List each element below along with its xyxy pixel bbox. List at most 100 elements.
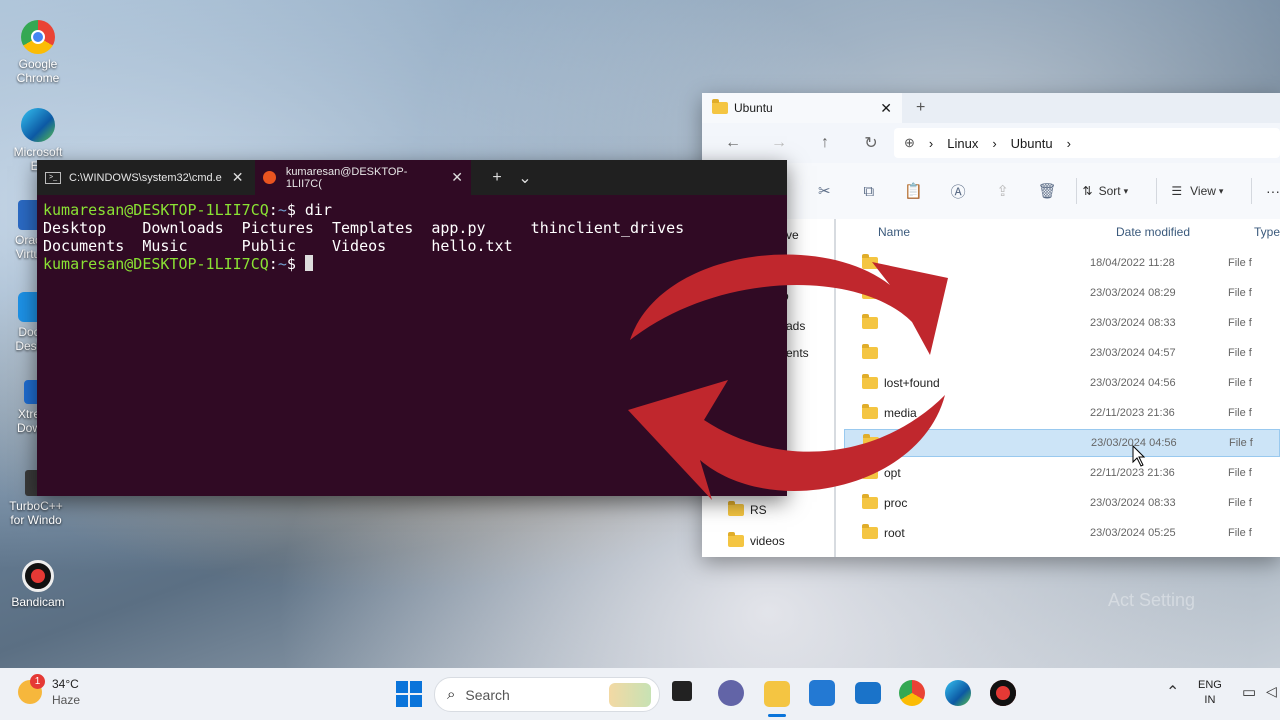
column-header-date[interactable]: Date modified [1116, 225, 1254, 239]
edge-taskbar-icon[interactable] [945, 680, 971, 706]
cut-icon[interactable]: ✂ [802, 182, 847, 200]
column-header-name[interactable]: Name [878, 225, 1116, 239]
sort-label: Sort [1098, 184, 1121, 198]
volume-icon[interactable]: ◁ [1266, 683, 1277, 700]
chevron-down-icon: ▾ [1218, 185, 1224, 196]
more-options-button[interactable]: ··· [1266, 183, 1280, 199]
globe-icon: ⊕ [904, 135, 915, 150]
chrome-taskbar-icon[interactable] [899, 680, 925, 706]
start-button[interactable] [396, 681, 422, 707]
prompt-path: ~ [277, 255, 287, 273]
close-icon[interactable]: ✕ [880, 100, 892, 117]
copy-icon[interactable]: ⧉ [847, 183, 892, 200]
explorer-content: ve o ads ents RS videos Name Date modifi… [702, 219, 1280, 557]
folder-icon [862, 434, 879, 449]
desktop-icon-bandicam[interactable]: Bandicam [6, 560, 70, 609]
edge-icon [21, 108, 55, 142]
show-hidden-icons-icon[interactable]: ⌃ [1166, 682, 1179, 702]
table-row[interactable]: proc 23/03/2024 08:33 File f [844, 489, 1280, 517]
mail-icon[interactable] [855, 682, 881, 704]
file-name-cell [844, 314, 1090, 329]
file-name-cell: lost+found [844, 374, 1090, 390]
table-row[interactable]: media 22/11/2023 21:36 File f [844, 399, 1280, 427]
new-tab-button[interactable]: + [483, 169, 511, 187]
breadcrumb-ubuntu[interactable]: Ubuntu [1011, 136, 1053, 151]
chevron-down-icon[interactable]: ⌄ [511, 168, 539, 188]
network-icon[interactable]: ▭ [1242, 683, 1256, 701]
weather-desc: Haze [52, 693, 81, 707]
folder-icon [861, 404, 878, 419]
folder-icon [861, 314, 878, 329]
file-name-cell: opt [844, 464, 1090, 480]
close-icon[interactable]: ✕ [232, 169, 244, 186]
file-name-cell [845, 434, 1091, 449]
close-icon[interactable]: ✕ [451, 169, 463, 186]
explorer-command-bar: ✂ ⧉ 📋 Ⓐ ⇪ 🗑 ⇅ Sort ▾ ☰ View ▾ ··· [702, 163, 1280, 220]
table-row[interactable]: opt 22/11/2023 21:36 File f [844, 459, 1280, 487]
divider [1075, 178, 1077, 204]
file-type: File f [1227, 527, 1252, 539]
table-row[interactable]: 23/03/2024 08:33 File f [844, 309, 1280, 337]
forward-arrow-icon[interactable]: → [756, 134, 802, 152]
nav-item-rs[interactable]: RS [728, 501, 767, 517]
terminal-output[interactable]: kumaresan@DESKTOP-1LII7CQ:~$ dir Desktop… [37, 195, 787, 279]
desktop-icon-label: TurboC++ for Windo [9, 499, 63, 527]
table-row[interactable]: lost+found 23/03/2024 04:56 File f [844, 369, 1280, 397]
store-icon[interactable] [809, 680, 835, 706]
folder-icon [861, 284, 878, 299]
table-row[interactable]: 23/03/2024 08:29 File f [844, 279, 1280, 307]
breadcrumb-linux[interactable]: Linux [947, 136, 978, 151]
chevron-right-icon: › [992, 135, 997, 151]
sort-icon: ⇅ [1082, 184, 1093, 198]
nav-item[interactable]: ads [786, 319, 805, 333]
cmd-icon: >_ [45, 171, 61, 184]
table-row[interactable]: 23/03/2024 04:56 File f [843, 429, 1280, 457]
ubuntu-icon [263, 171, 276, 184]
folder-icon [861, 464, 878, 479]
share-icon[interactable]: ⇪ [980, 182, 1025, 200]
table-row[interactable]: 18/04/2022 11:28 File f [844, 249, 1280, 277]
nav-item[interactable]: ve [786, 228, 799, 242]
terminal-tab-label: kumaresan@DESKTOP-1LII7C( [285, 165, 408, 190]
file-explorer-window: Ubuntu ✕ + ← → ↑ ↻ ⊕ › Linux › Ubuntu › … [702, 93, 1280, 557]
table-row[interactable]: 23/03/2024 04:57 File f [844, 339, 1280, 367]
prompt-path: ~ [277, 201, 287, 219]
file-name-cell [844, 254, 1090, 269]
explorer-nav-bar: ← → ↑ ↻ ⊕ › Linux › Ubuntu › [702, 123, 1280, 163]
taskbar-search[interactable]: ⌕ Search [434, 677, 660, 712]
address-bar[interactable]: ⊕ › Linux › Ubuntu › [894, 128, 1280, 158]
active-indicator [768, 714, 786, 717]
language-indicator[interactable]: ENG IN [1198, 678, 1222, 708]
view-button[interactable]: ☰ View ▾ [1171, 184, 1245, 198]
notification-badge: 1 [30, 674, 45, 689]
terminal-tab-ubuntu[interactable]: kumaresan@DESKTOP-1LII7C( ✕ [255, 160, 471, 195]
refresh-icon[interactable]: ↻ [848, 133, 894, 153]
nav-item-label: ads [786, 319, 806, 333]
nav-item-videos[interactable]: videos [728, 532, 785, 548]
file-type: File f [1227, 407, 1252, 419]
bandicam-taskbar-icon[interactable] [990, 680, 1016, 706]
desktop-icon-chrome[interactable]: Google Chrome [6, 20, 70, 85]
column-header-type[interactable]: Type [1254, 225, 1280, 239]
file-type: File f [1227, 467, 1252, 479]
weather-widget[interactable]: 1 34°C Haze [18, 674, 81, 708]
explorer-tab[interactable]: Ubuntu ✕ [702, 93, 902, 123]
new-tab-button[interactable]: + [916, 99, 925, 117]
sort-button[interactable]: ⇅ Sort ▾ [1083, 184, 1151, 198]
table-row[interactable]: root 23/03/2024 05:25 File f [844, 519, 1280, 547]
folder-icon [861, 494, 878, 509]
up-arrow-icon[interactable]: ↑ [802, 134, 848, 152]
nav-item[interactable]: ents [786, 346, 809, 360]
file-date: 23/03/2024 08:33 [1089, 497, 1176, 509]
teams-chat-icon[interactable] [718, 680, 744, 706]
delete-icon[interactable]: 🗑 [1025, 182, 1070, 200]
rename-icon[interactable]: Ⓐ [936, 181, 981, 202]
back-arrow-icon[interactable]: ← [710, 134, 756, 152]
terminal-tab-cmd[interactable]: >_ C:\WINDOWS\system32\cmd.e ✕ [37, 160, 255, 195]
paste-icon[interactable]: 📋 [891, 182, 936, 200]
file-explorer-icon[interactable] [764, 681, 790, 707]
terminal-tab-label: C:\WINDOWS\system32\cmd.e [69, 171, 222, 184]
task-view-icon[interactable] [672, 681, 692, 701]
taskbar: 1 34°C Haze ⌕ Search ⌃ ENG IN ▭ ◁ [0, 668, 1280, 720]
file-date: 23/03/2024 04:56 [1090, 437, 1177, 449]
